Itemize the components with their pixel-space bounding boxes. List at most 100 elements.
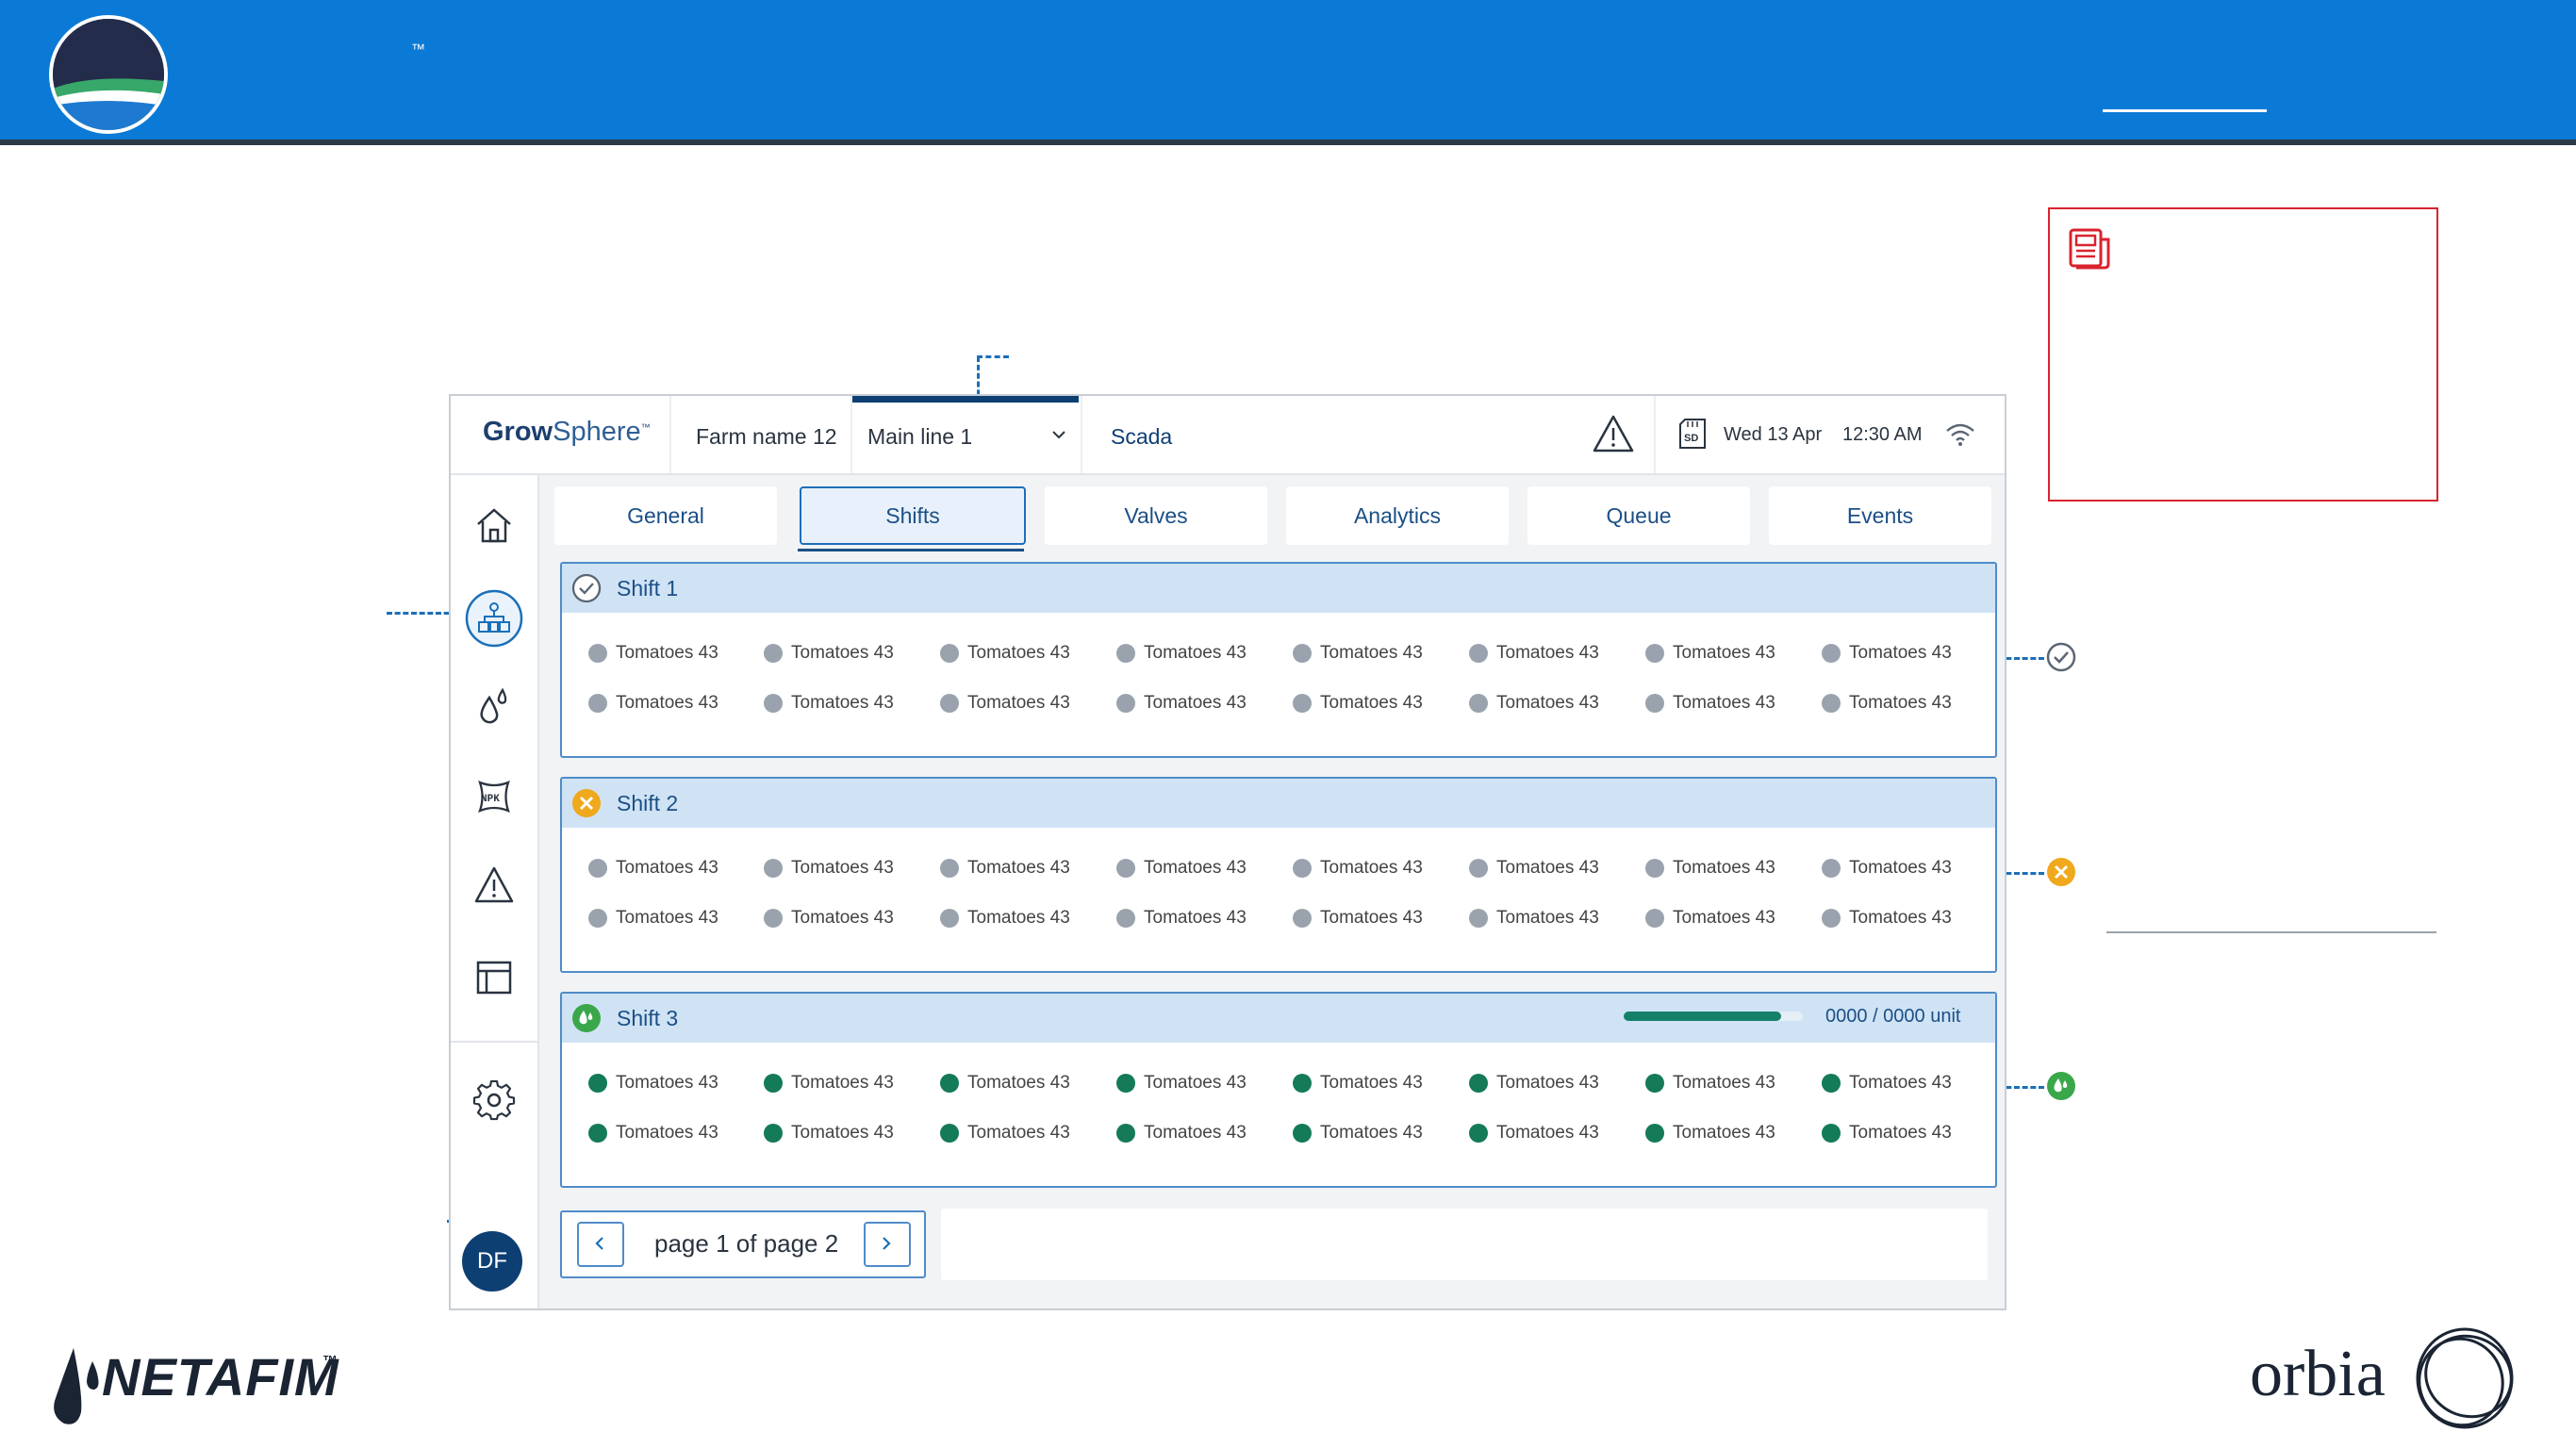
tab-analytics[interactable]: Analytics — [1286, 486, 1509, 545]
shift-item[interactable]: Tomatoes 43 — [1469, 643, 1599, 669]
shift-item[interactable]: Tomatoes 43 — [588, 643, 718, 669]
shifts-nav-icon[interactable] — [464, 588, 524, 649]
shift-item[interactable]: Tomatoes 43 — [1293, 908, 1423, 934]
home-icon[interactable] — [472, 503, 516, 547]
shift-item[interactable]: Tomatoes 43 — [1469, 858, 1599, 884]
shift-item[interactable]: Tomatoes 43 — [1645, 1123, 1775, 1149]
shift-item[interactable]: Tomatoes 43 — [1293, 643, 1423, 669]
shift-item[interactable]: Tomatoes 43 — [588, 1123, 718, 1149]
chevron-down-icon[interactable] — [1049, 424, 1069, 445]
shift-item[interactable]: Tomatoes 43 — [1645, 858, 1775, 884]
shift-item-label: Tomatoes 43 — [1673, 693, 1775, 713]
shift-panel-1[interactable]: Shift 1 Tomatoes 43 Tomatoes 43 Tomatoes 4… — [560, 562, 1997, 758]
status-dot — [1293, 909, 1312, 928]
shift-item[interactable]: Tomatoes 43 — [1293, 1123, 1423, 1149]
shift-item-label: Tomatoes 43 — [1496, 643, 1599, 663]
document-icon — [2069, 228, 2110, 270]
shift-item[interactable]: Tomatoes 43 — [1469, 693, 1599, 719]
shift-panel-2[interactable]: Shift 2 Tomatoes 43 Tomatoes 43 Tomatoes 4… — [560, 777, 1997, 973]
shift-header[interactable]: Shift 1 — [562, 564, 1995, 613]
shift-item[interactable]: Tomatoes 43 — [1293, 858, 1423, 884]
shift-item[interactable]: Tomatoes 43 — [1645, 693, 1775, 719]
npk-fertilizer-icon[interactable]: NPK — [472, 775, 516, 818]
status-dot — [588, 644, 607, 663]
gear-icon[interactable] — [472, 1078, 516, 1122]
shift-item[interactable]: Tomatoes 43 — [1469, 1073, 1599, 1099]
shift-item[interactable]: Tomatoes 43 — [940, 858, 1070, 884]
shift-item-label: Tomatoes 43 — [791, 908, 894, 928]
tab-valves[interactable]: Valves — [1045, 486, 1267, 545]
shift-item[interactable]: Tomatoes 43 — [764, 1123, 894, 1149]
status-dot — [940, 694, 959, 713]
tab-shifts[interactable]: Shifts — [800, 486, 1026, 545]
user-avatar[interactable]: DF — [462, 1231, 522, 1292]
shift-item[interactable]: Tomatoes 43 — [940, 908, 1070, 934]
shift-item[interactable]: Tomatoes 43 — [940, 1123, 1070, 1149]
shift-item[interactable]: Tomatoes 43 — [1822, 908, 1952, 934]
shift-item[interactable]: Tomatoes 43 — [1116, 1073, 1247, 1099]
shift-item[interactable]: Tomatoes 43 — [1116, 1123, 1247, 1149]
shift-item[interactable]: Tomatoes 43 — [1469, 1123, 1599, 1149]
tab-queue[interactable]: Queue — [1527, 486, 1750, 545]
farm-name[interactable]: Farm name 12 — [696, 424, 837, 450]
table-icon[interactable] — [472, 956, 516, 999]
shift-item[interactable]: Tomatoes 43 — [764, 1073, 894, 1099]
shift-item[interactable]: Tomatoes 43 — [764, 908, 894, 934]
shift-item[interactable]: Tomatoes 43 — [1293, 693, 1423, 719]
shift-item[interactable]: Tomatoes 43 — [764, 693, 894, 719]
shift-item[interactable]: Tomatoes 43 — [588, 858, 718, 884]
shift-item-label: Tomatoes 43 — [1849, 1123, 1952, 1143]
shift-item[interactable]: Tomatoes 43 — [588, 693, 718, 719]
drop-circle-icon — [572, 1004, 601, 1032]
shift-item[interactable]: Tomatoes 43 — [1645, 643, 1775, 669]
shift-item[interactable]: Tomatoes 43 — [940, 693, 1070, 719]
status-dot — [1822, 859, 1841, 878]
prev-page-button[interactable] — [577, 1222, 624, 1267]
shift-item[interactable]: Tomatoes 43 — [1116, 858, 1247, 884]
shift-item[interactable]: Tomatoes 43 — [1469, 908, 1599, 934]
shift-item[interactable]: Tomatoes 43 — [1822, 1073, 1952, 1099]
shift-item[interactable]: Tomatoes 43 — [1822, 643, 1952, 669]
shift-item-label: Tomatoes 43 — [1320, 1073, 1423, 1093]
shift-header[interactable]: Shift 3 0000 / 0000 unit — [562, 994, 1995, 1043]
next-page-button[interactable] — [864, 1222, 911, 1267]
tab-general[interactable]: General — [554, 486, 777, 545]
scada-link[interactable]: Scada — [1111, 424, 1172, 450]
shift-item[interactable]: Tomatoes 43 — [1116, 693, 1247, 719]
status-dot — [940, 909, 959, 928]
shift-item[interactable]: Tomatoes 43 — [1645, 1073, 1775, 1099]
alert-icon[interactable] — [1592, 413, 1635, 454]
sidebar-divider — [451, 1041, 537, 1043]
shift-item[interactable]: Tomatoes 43 — [1645, 908, 1775, 934]
alarm-warning-icon[interactable] — [472, 864, 516, 907]
shift-item[interactable]: Tomatoes 43 — [588, 908, 718, 934]
irrigation-drop-icon[interactable] — [472, 684, 516, 728]
shift-item[interactable]: Tomatoes 43 — [588, 1073, 718, 1099]
status-dot — [1645, 694, 1664, 713]
shift-item[interactable]: Tomatoes 43 — [1822, 693, 1952, 719]
shift-item[interactable]: Tomatoes 43 — [1822, 1123, 1952, 1149]
shift-item[interactable]: Tomatoes 43 — [940, 1073, 1070, 1099]
status-dot — [1645, 644, 1664, 663]
status-dot — [1116, 1124, 1135, 1143]
shift-item[interactable]: Tomatoes 43 — [764, 643, 894, 669]
status-dot — [1116, 909, 1135, 928]
shift-item[interactable]: Tomatoes 43 — [1293, 1073, 1423, 1099]
shift-item[interactable]: Tomatoes 43 — [1822, 858, 1952, 884]
shift-item-label: Tomatoes 43 — [967, 693, 1070, 713]
shift-item[interactable]: Tomatoes 43 — [1116, 908, 1247, 934]
shift-item-label: Tomatoes 43 — [1320, 858, 1423, 878]
svg-text:SD: SD — [1684, 433, 1698, 444]
shift-item[interactable]: Tomatoes 43 — [764, 858, 894, 884]
status-dot — [588, 859, 607, 878]
header-separator — [669, 396, 671, 473]
shift-panel-3[interactable]: Shift 3 0000 / 0000 unit Tomatoes 43 Toma… — [560, 992, 1997, 1188]
shift-item-label: Tomatoes 43 — [967, 1123, 1070, 1143]
shift-item[interactable]: Tomatoes 43 — [940, 643, 1070, 669]
status-dot — [1822, 909, 1841, 928]
tab-events[interactable]: Events — [1769, 486, 1991, 545]
main-line-select[interactable]: Main line 1 — [867, 424, 972, 450]
shift-item-label: Tomatoes 43 — [1496, 1123, 1599, 1143]
shift-header[interactable]: Shift 2 — [562, 779, 1995, 828]
shift-item[interactable]: Tomatoes 43 — [1116, 643, 1247, 669]
